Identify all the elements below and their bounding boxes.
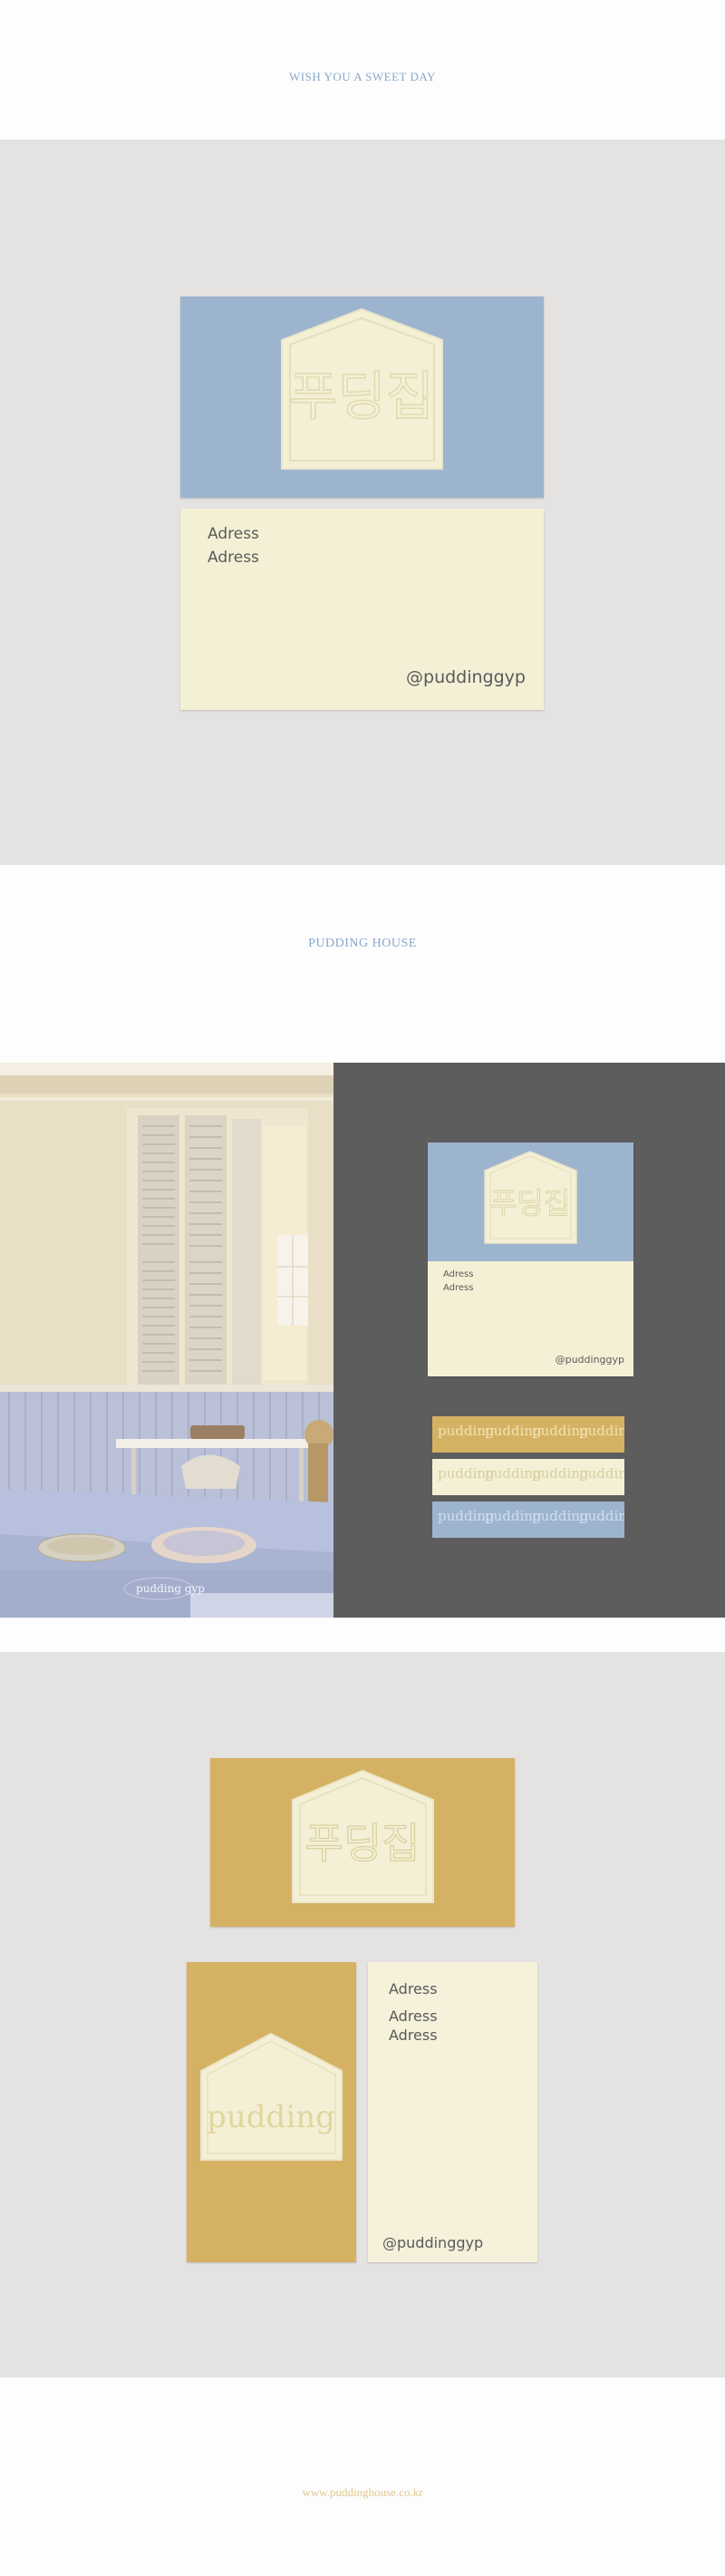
mockup-section-mustard: 푸딩집 pudding Adress Adress Adress @puddin…	[0, 1652, 725, 2377]
section-title: PUDDING HOUSE	[308, 937, 417, 950]
instagram-handle: @puddinggyp	[406, 667, 526, 687]
strip-word: pudding	[579, 1465, 624, 1482]
business-card-back: Adress Adress @puddinggyp	[180, 509, 544, 710]
mini-house-logo: 푸딩집	[484, 1151, 577, 1244]
address-line-3: Adress	[389, 2027, 438, 2044]
pattern-strip-cream: pudding pudding pudding pudding	[432, 1459, 624, 1495]
address-line-2: Adress	[389, 2007, 438, 2025]
house-logo-mustard: 푸딩집	[292, 1769, 434, 1903]
pattern-strip-mustard: pudding pudding pudding pudding	[432, 1416, 624, 1453]
dark-panel: 푸딩집 Adress Adress @puddinggyp pudding pu…	[334, 1063, 725, 1618]
mockup-section-blue: 푸딩집 Adress Adress @puddinggyp	[0, 140, 725, 865]
mini-logo-text: 푸딩집	[490, 1186, 570, 1220]
footer-url[interactable]: www.puddinghouse.co.kr	[0, 2485, 725, 2500]
address-line-1: Adress	[389, 1980, 438, 1998]
address-line-1: Adress	[208, 525, 259, 543]
mini-instagram-handle: @puddinggyp	[555, 1354, 624, 1366]
mini-card-front: 푸딩집	[428, 1142, 633, 1261]
tagline: WISH YOU A SWEET DAY	[289, 70, 436, 83]
house-logo-vertical: pudding	[200, 2032, 343, 2161]
cream-card-vertical: Adress Adress Adress @puddinggyp	[368, 1962, 537, 2262]
mini-address-line-1: Adress	[443, 1269, 474, 1279]
pattern-strip-blue: pudding pudding pudding pudding	[432, 1502, 624, 1538]
strip-word: pudding	[579, 1423, 624, 1439]
mustard-card-vertical: pudding	[187, 1962, 356, 2262]
strip-word: pudding	[579, 1508, 624, 1524]
mini-address-line-2: Adress	[443, 1283, 474, 1293]
mustard-card-front: 푸딩집	[210, 1758, 515, 1927]
mini-card-back: Adress Adress @puddinggyp	[428, 1261, 633, 1376]
business-card-front: 푸딩집	[180, 296, 544, 498]
address-line-2: Adress	[208, 549, 259, 567]
logo-text: 푸딩집	[289, 365, 434, 427]
house-logo: 푸딩집	[281, 307, 443, 470]
logo-text: 푸딩집	[305, 1819, 420, 1868]
photo-stamp: pudding gyp	[136, 1582, 205, 1595]
vertical-logo-text: pudding	[207, 2099, 335, 2135]
cafe-interior-photo: pudding gyp	[0, 1063, 334, 1618]
instagram-handle: @puddinggyp	[382, 2234, 484, 2251]
